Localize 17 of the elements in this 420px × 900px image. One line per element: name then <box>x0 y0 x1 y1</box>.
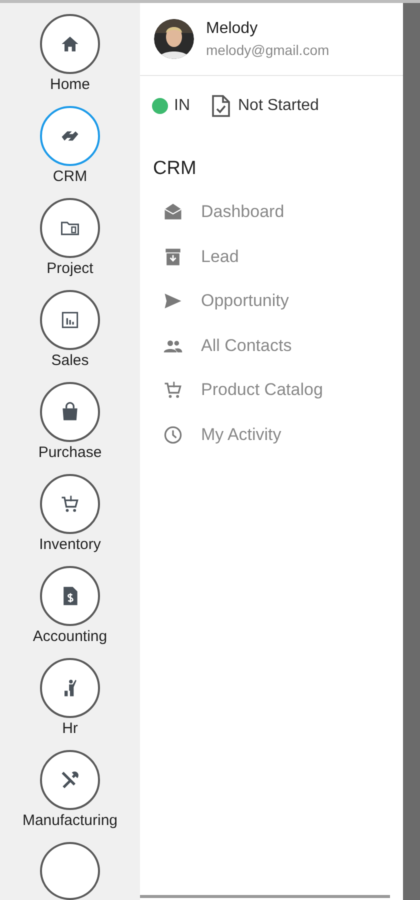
menu-item[interactable]: My Activity <box>140 412 403 457</box>
menu-item[interactable]: Dashboard <box>140 190 403 234</box>
scrollbar[interactable] <box>140 895 390 898</box>
user-email: melody@gmail.com <box>206 42 330 58</box>
bar-chart-icon <box>59 309 81 331</box>
task-status: Not Started <box>238 97 319 115</box>
section-title: CRM <box>152 157 198 181</box>
menu-item[interactable]: Product Catalog <box>140 368 403 412</box>
tools-icon <box>59 769 81 791</box>
checked-document-icon <box>210 94 232 118</box>
clock-icon <box>162 424 184 446</box>
status-label: IN <box>174 97 190 115</box>
menu-item[interactable]: All Contacts <box>140 324 403 368</box>
menu-item[interactable]: Opportunity <box>140 279 403 324</box>
menu-item[interactable]: Lead <box>140 234 403 279</box>
module-button[interactable]: Manufacturing <box>22 750 118 829</box>
user-name: Melody <box>206 20 259 38</box>
